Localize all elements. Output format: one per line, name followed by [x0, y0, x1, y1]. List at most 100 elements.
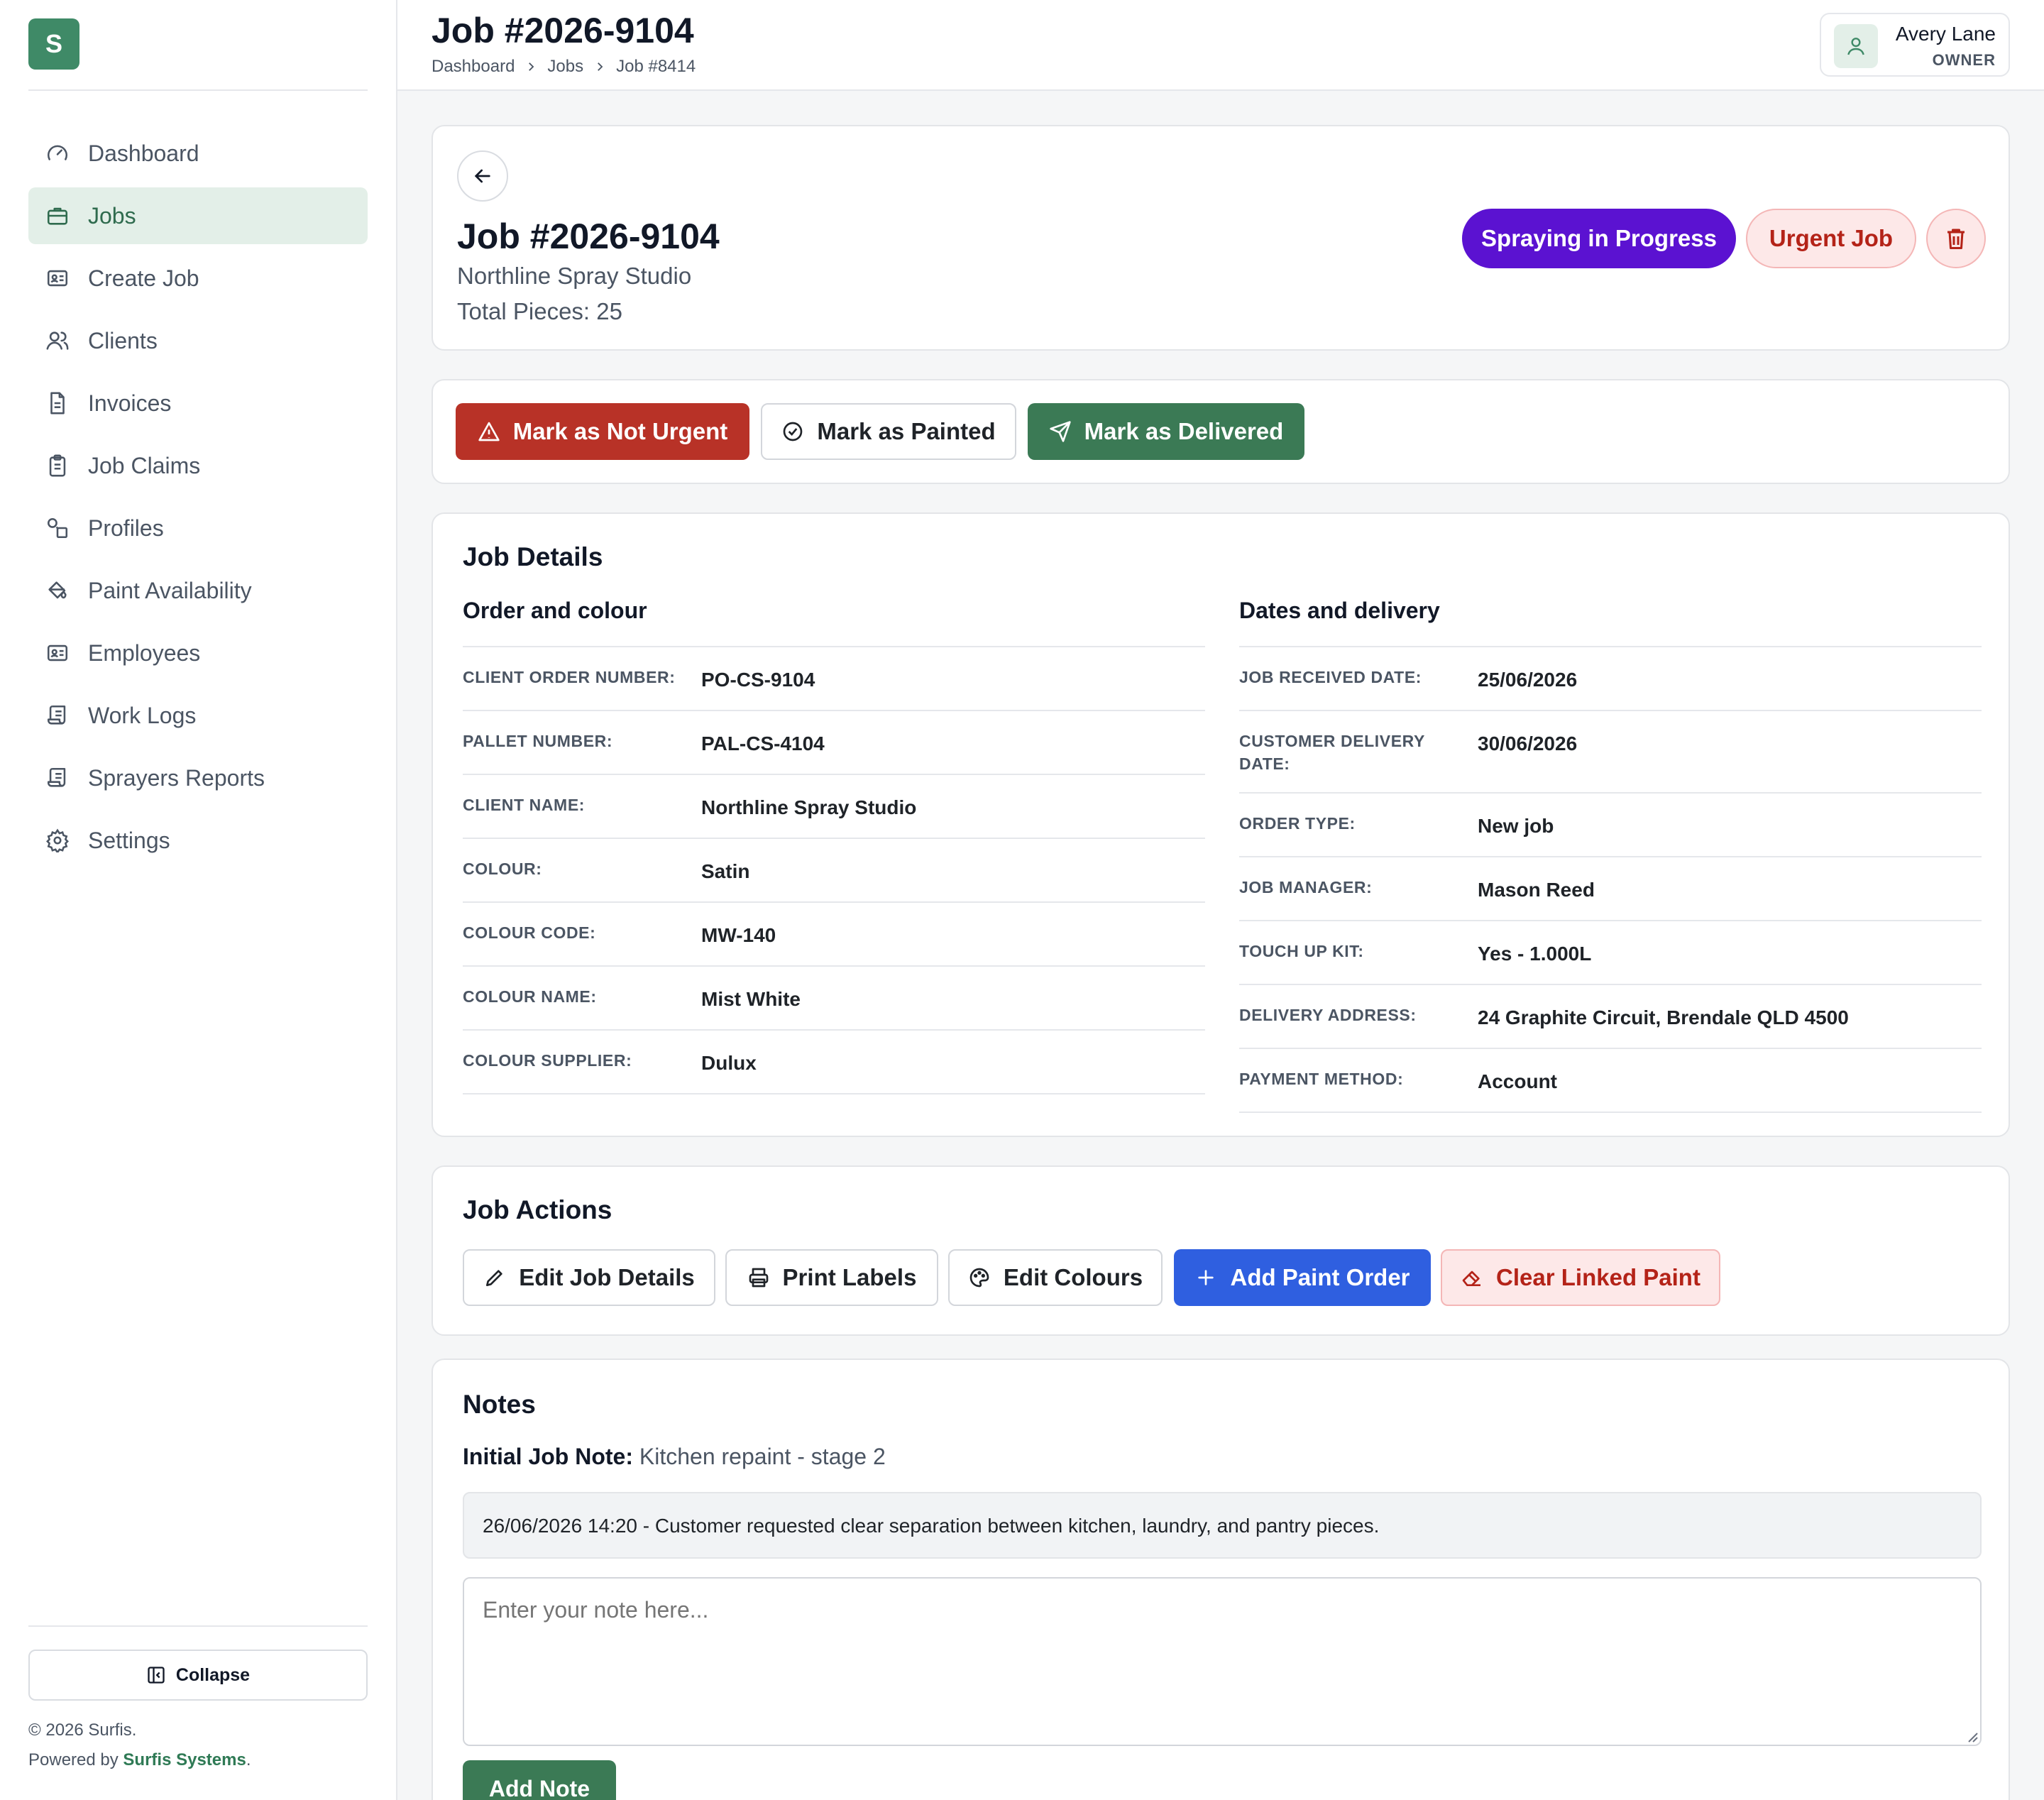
back-button[interactable]: [457, 150, 508, 202]
chevron-right-icon: [598, 62, 603, 71]
detail-key: COLOUR SUPPLIER:: [463, 1051, 632, 1070]
gear-icon: [46, 828, 69, 852]
sidebar-item-work-logs[interactable]: Work Logs: [28, 687, 368, 744]
check-circle-icon: [784, 422, 803, 441]
sidebar-item-sprayers-reports[interactable]: Sprayers Reports: [28, 750, 368, 806]
sidebar-item-invoices[interactable]: Invoices: [28, 375, 368, 432]
powered-by: Powered by Surfis Systems.: [28, 1750, 251, 1770]
add-note-button[interactable]: Add Note: [463, 1760, 616, 1800]
id-card-icon: [47, 270, 68, 287]
detail-key: CLIENT NAME:: [463, 796, 586, 814]
button-label: Edit Job Details: [519, 1264, 695, 1290]
sidebar-item-settings[interactable]: Settings: [28, 812, 368, 869]
warning-icon: [478, 422, 500, 441]
button-label: Edit Colours: [1003, 1264, 1143, 1290]
detail-value: Mist White: [701, 988, 801, 1010]
detail-key: DELIVERY ADDRESS:: [1239, 1006, 1417, 1024]
gauge-icon: [47, 145, 68, 160]
sidebar-item-job-claims[interactable]: Job Claims: [28, 437, 368, 494]
palette-icon: [969, 1268, 989, 1288]
powered-by-link[interactable]: Surfis Systems: [123, 1750, 246, 1769]
detail-value: MW-140: [701, 924, 776, 946]
breadcrumb: Dashboard Jobs Job #8414: [432, 57, 696, 77]
detail-key: PAYMENT METHOD:: [1239, 1070, 1404, 1088]
detail-value: Northline Spray Studio: [701, 796, 917, 818]
initial-job-note: Initial Job Note: Kitchen repaint - stag…: [463, 1444, 886, 1470]
clipboard-icon: [49, 454, 66, 477]
button-label: Clear Linked Paint: [1496, 1264, 1700, 1290]
arrow-left-icon: [474, 169, 490, 183]
job-details-title: Job Details: [463, 542, 603, 571]
notes-title: Notes: [463, 1390, 536, 1419]
scroll-icon: [47, 705, 66, 725]
status-badge: Spraying in Progress: [1462, 209, 1736, 268]
top-bar: Job #2026-9104 Dashboard Jobs Job #8414 …: [397, 0, 2044, 91]
resize-handle-icon[interactable]: [1965, 1729, 1979, 1743]
detail-key: TOUCH UP KIT:: [1239, 942, 1364, 960]
users-icon: [46, 331, 69, 350]
urgent-badge[interactable]: Urgent Job: [1746, 209, 1916, 268]
detail-value: PO-CS-9104: [701, 669, 815, 691]
sidebar-item-dashboard[interactable]: Dashboard: [28, 125, 368, 182]
user-menu[interactable]: Avery Lane OWNER: [1820, 13, 2010, 77]
detail-row: JOB MANAGER: Mason Reed: [1239, 857, 1982, 921]
print-labels-button[interactable]: Print Labels: [725, 1249, 938, 1306]
breadcrumb-jobs[interactable]: Jobs: [547, 57, 583, 77]
delete-job-button[interactable]: [1926, 209, 1986, 268]
button-label: Print Labels: [782, 1264, 917, 1290]
chevron-right-icon: [529, 62, 534, 71]
sidebar-item-paint-availability[interactable]: Paint Availability: [28, 562, 368, 619]
sidebar-item-label: Paint Availability: [88, 577, 252, 603]
pencil-icon: [486, 1270, 502, 1286]
sidebar-item-label: Work Logs: [88, 702, 197, 728]
avatar: [1834, 24, 1878, 68]
sidebar-item-label: Create Job: [88, 265, 199, 291]
shapes-icon: [47, 517, 68, 539]
sidebar-item-clients[interactable]: Clients: [28, 312, 368, 369]
edit-job-details-button[interactable]: Edit Job Details: [463, 1249, 715, 1306]
scroll-icon: [47, 767, 66, 787]
collapse-label: Collapse: [175, 1664, 251, 1685]
job-client: Northline Spray Studio: [457, 263, 692, 289]
clear-linked-paint-button[interactable]: Clear Linked Paint: [1441, 1249, 1720, 1306]
detail-value: New job: [1478, 815, 1554, 837]
collapse-button[interactable]: Collapse: [28, 1650, 368, 1701]
detail-key: PALLET NUMBER:: [463, 732, 613, 750]
sidebar-item-employees[interactable]: Employees: [28, 625, 368, 681]
sidebar-item-label: Job Claims: [88, 452, 201, 478]
briefcase-icon: [47, 207, 68, 225]
user-name: Avery Lane: [1895, 23, 1996, 45]
detail-row: COLOUR CODE: MW-140: [463, 903, 1205, 967]
mark-delivered-button[interactable]: Mark as Delivered: [1028, 403, 1304, 460]
sidebar-item-label: Dashboard: [88, 140, 199, 166]
job-header-card: Job #2026-9104 Northline Spray Studio To…: [432, 125, 2010, 351]
add-paint-order-button[interactable]: Add Paint Order: [1174, 1249, 1431, 1306]
paint-bucket-icon: [48, 581, 67, 599]
detail-key: JOB MANAGER:: [1239, 878, 1373, 896]
id-card-icon: [47, 644, 68, 662]
mark-painted-button[interactable]: Mark as Painted: [761, 403, 1016, 460]
detail-row: COLOUR SUPPLIER: Dulux: [463, 1031, 1205, 1094]
note-input[interactable]: [463, 1577, 1982, 1746]
job-actions-card: Job Actions Edit Job Details Print Label…: [432, 1165, 2010, 1336]
edit-colours-button[interactable]: Edit Colours: [948, 1249, 1163, 1306]
job-details-card: Job Details Order and colour CLIENT ORDE…: [432, 512, 2010, 1137]
sidebar: S Dashboard Jobs Create Job Clients Invo…: [0, 0, 397, 1800]
sidebar-item-label: Jobs: [88, 202, 136, 229]
mark-not-urgent-button[interactable]: Mark as Not Urgent: [456, 403, 749, 460]
sidebar-item-jobs[interactable]: Jobs: [28, 187, 368, 244]
detail-row: CLIENT ORDER NUMBER: PO-CS-9104: [463, 647, 1205, 711]
detail-key: CLIENT ORDER NUMBER:: [463, 668, 676, 686]
sidebar-item-label: Invoices: [88, 390, 172, 416]
app-logo[interactable]: S: [28, 18, 79, 70]
detail-key: JOB RECEIVED DATE:: [1239, 668, 1422, 686]
sidebar-item-create-job[interactable]: Create Job: [28, 250, 368, 307]
sidebar-nav: Dashboard Jobs Create Job Clients Invoic…: [28, 125, 368, 874]
sidebar-item-profiles[interactable]: Profiles: [28, 500, 368, 556]
send-icon: [1049, 421, 1071, 442]
detail-row: TOUCH UP KIT: Yes - 1.000L: [1239, 921, 1982, 985]
breadcrumb-dashboard[interactable]: Dashboard: [432, 57, 515, 77]
detail-value: Account: [1478, 1070, 1557, 1092]
detail-value: Yes - 1.000L: [1478, 943, 1592, 965]
button-label: Add Paint Order: [1230, 1264, 1410, 1290]
